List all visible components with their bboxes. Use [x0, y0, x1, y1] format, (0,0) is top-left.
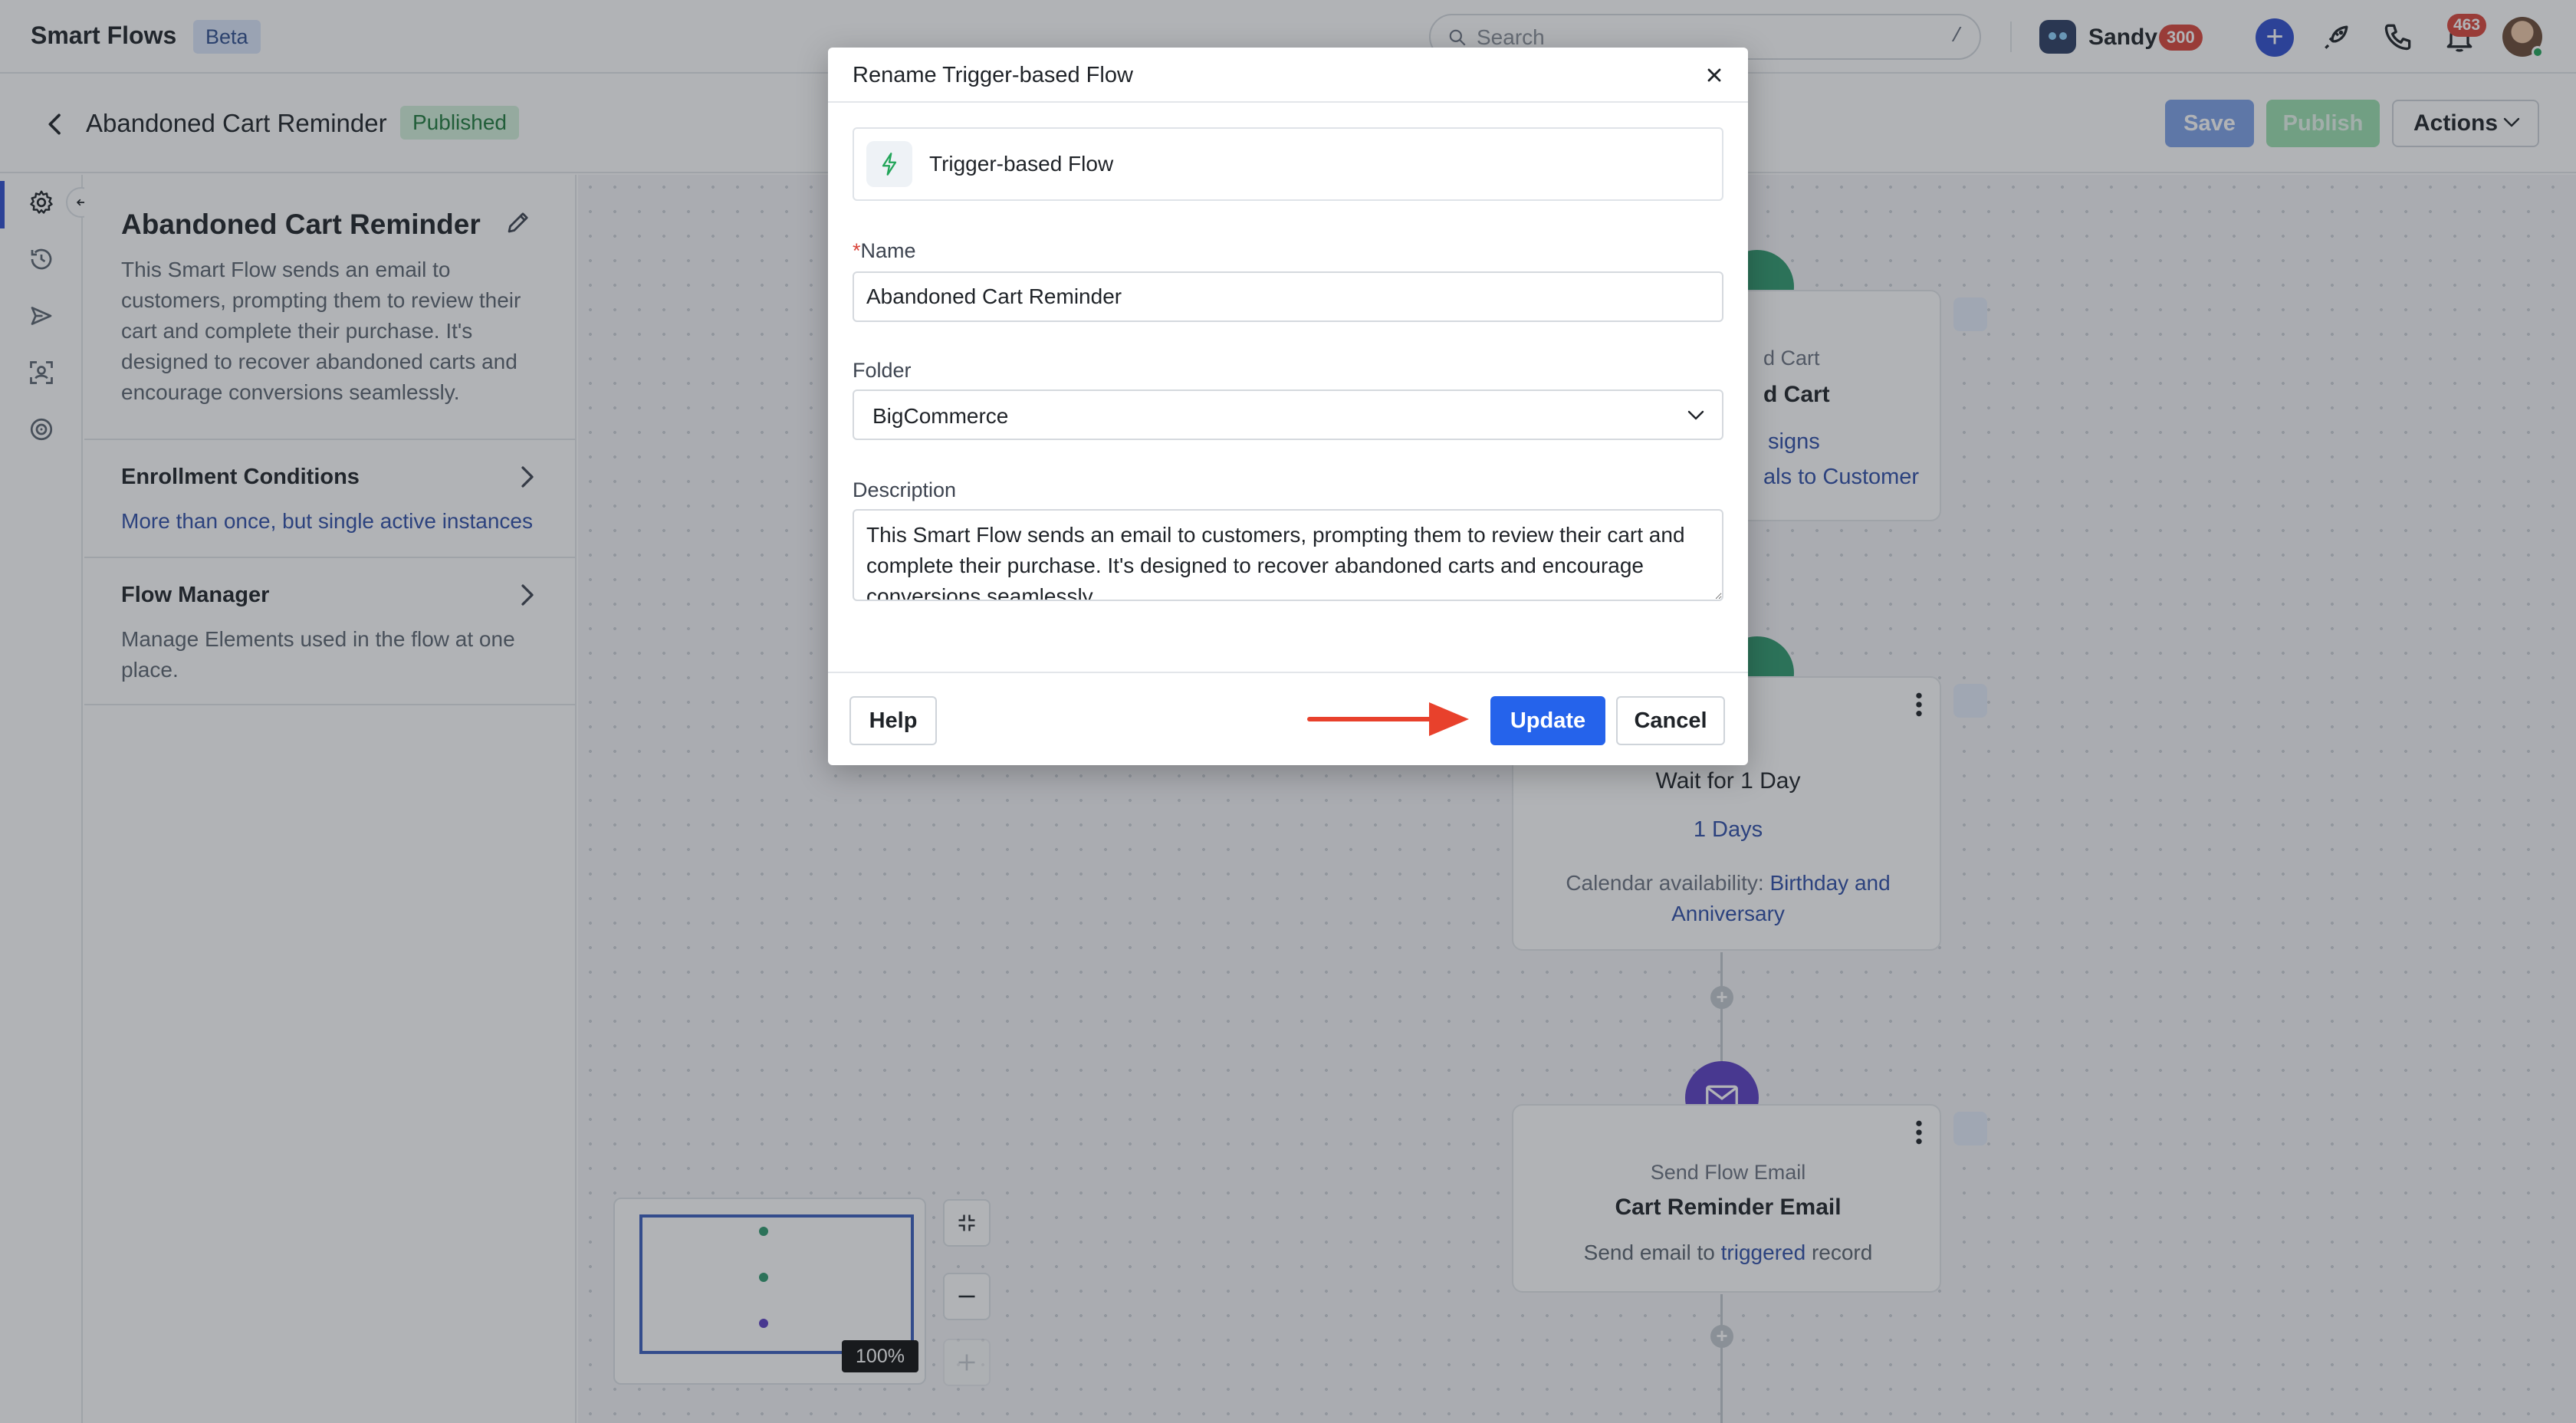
- cancel-button[interactable]: Cancel: [1616, 696, 1725, 745]
- required-marker: *: [853, 239, 861, 262]
- folder-select[interactable]: BigCommerce: [853, 389, 1723, 440]
- update-button[interactable]: Update: [1490, 696, 1605, 745]
- flow-type-icon: [866, 141, 912, 187]
- help-button[interactable]: Help: [849, 696, 937, 745]
- name-input[interactable]: [853, 271, 1723, 322]
- lightning-icon: [882, 153, 897, 176]
- annotation-arrow-icon: [1307, 702, 1469, 736]
- dialog-title: Rename Trigger-based Flow: [853, 63, 1133, 87]
- description-label: Description: [853, 478, 957, 501]
- close-icon[interactable]: [1704, 64, 1725, 86]
- flow-type-box: Trigger-based Flow: [853, 127, 1723, 201]
- rename-flow-dialog: Rename Trigger-based Flow Trigger-based …: [828, 48, 1748, 765]
- folder-label: Folder: [853, 359, 912, 382]
- folder-selected-value: BigCommerce: [872, 404, 1009, 428]
- description-textarea[interactable]: This Smart Flow sends an email to custom…: [853, 509, 1723, 601]
- name-label: *Name: [853, 239, 916, 263]
- name-label-text: Name: [860, 239, 916, 262]
- smart-flows-page: Smart Flows Beta / Sandy 300 + 463 Aband…: [0, 0, 2576, 1423]
- flow-type-label: Trigger-based Flow: [929, 152, 1114, 176]
- dialog-footer: Help Update Cancel: [828, 672, 1748, 765]
- dialog-header: Rename Trigger-based Flow: [828, 48, 1748, 103]
- chevron-down-icon: [1687, 410, 1704, 420]
